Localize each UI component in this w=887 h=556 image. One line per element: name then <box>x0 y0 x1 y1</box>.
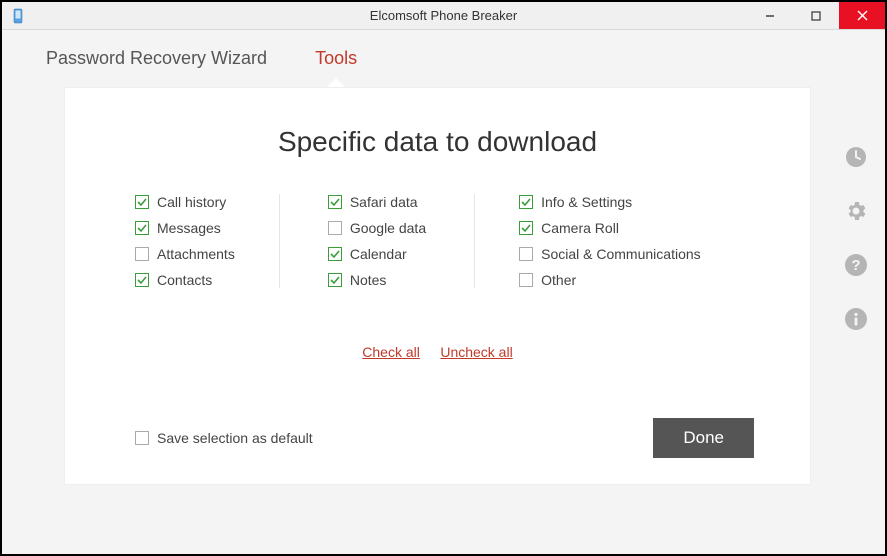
checkbox-icon <box>328 195 342 209</box>
option-label: Info & Settings <box>541 194 632 210</box>
checkbox-icon <box>519 273 533 287</box>
maximize-button[interactable] <box>793 2 839 29</box>
option-label: Messages <box>157 220 221 236</box>
link-row: Check all Uncheck all <box>125 344 750 362</box>
checkbox-icon <box>135 431 149 445</box>
tab-bar: Password Recovery Wizard Tools <box>2 30 885 87</box>
option-label: Calendar <box>350 246 407 262</box>
option-label: Camera Roll <box>541 220 619 236</box>
checkbox-icon <box>328 273 342 287</box>
svg-text:?: ? <box>851 257 860 274</box>
close-button[interactable] <box>839 2 885 29</box>
options-columns: Call historyMessagesAttachmentsContacts … <box>125 194 750 288</box>
save-default-checkbox[interactable]: Save selection as default <box>135 430 313 446</box>
option-attachments[interactable]: Attachments <box>135 246 235 262</box>
option-google-data[interactable]: Google data <box>328 220 426 236</box>
option-label: Social & Communications <box>541 246 701 262</box>
tab-tools[interactable]: Tools <box>315 48 357 87</box>
option-label: Google data <box>350 220 426 236</box>
done-button[interactable]: Done <box>653 418 754 458</box>
window-controls <box>747 2 885 29</box>
option-label: Contacts <box>157 272 212 288</box>
option-other[interactable]: Other <box>519 272 701 288</box>
option-contacts[interactable]: Contacts <box>135 272 235 288</box>
option-social-communications[interactable]: Social & Communications <box>519 246 701 262</box>
option-calendar[interactable]: Calendar <box>328 246 426 262</box>
checkbox-icon <box>328 247 342 261</box>
uncheck-all-link[interactable]: Uncheck all <box>440 344 512 360</box>
option-label: Call history <box>157 194 226 210</box>
checkbox-icon <box>135 195 149 209</box>
option-call-history[interactable]: Call history <box>135 194 235 210</box>
option-safari-data[interactable]: Safari data <box>328 194 426 210</box>
checkbox-icon <box>328 221 342 235</box>
option-label: Notes <box>350 272 387 288</box>
checkbox-icon <box>135 273 149 287</box>
checkbox-icon <box>135 221 149 235</box>
checkbox-icon <box>519 247 533 261</box>
option-notes[interactable]: Notes <box>328 272 426 288</box>
check-all-link[interactable]: Check all <box>362 344 420 360</box>
info-icon[interactable] <box>843 306 869 332</box>
option-messages[interactable]: Messages <box>135 220 235 236</box>
titlebar: Elcomsoft Phone Breaker <box>2 2 885 30</box>
app-icon <box>10 8 26 24</box>
save-default-label: Save selection as default <box>157 430 313 446</box>
checkbox-icon <box>519 195 533 209</box>
checkbox-icon <box>519 221 533 235</box>
help-icon[interactable]: ? <box>843 252 869 278</box>
gear-icon[interactable] <box>843 198 869 224</box>
side-toolbar: ? <box>843 144 869 332</box>
option-info-settings[interactable]: Info & Settings <box>519 194 701 210</box>
tab-password-recovery[interactable]: Password Recovery Wizard <box>46 48 267 87</box>
minimize-button[interactable] <box>747 2 793 29</box>
option-label: Attachments <box>157 246 235 262</box>
history-icon[interactable] <box>843 144 869 170</box>
option-label: Other <box>541 272 576 288</box>
checkbox-icon <box>135 247 149 261</box>
panel-title: Specific data to download <box>125 126 750 158</box>
option-camera-roll[interactable]: Camera Roll <box>519 220 701 236</box>
download-panel: Specific data to download Call history Me… <box>64 87 811 485</box>
option-label: Safari data <box>350 194 418 210</box>
